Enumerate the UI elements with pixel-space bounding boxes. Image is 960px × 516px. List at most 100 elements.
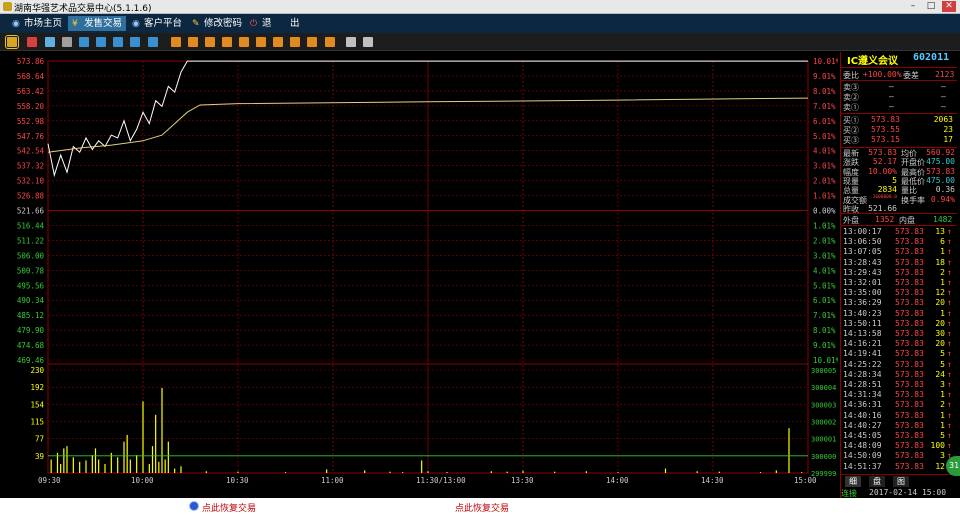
- tick-arrow: ↑: [947, 298, 952, 308]
- line-chart-icon[interactable]: [27, 37, 37, 47]
- tick-volume: 20: [935, 298, 945, 308]
- table-icon[interactable]: [62, 37, 72, 47]
- tab-detail[interactable]: 细: [845, 476, 861, 487]
- nav-logout[interactable]: ⏻ 退: [246, 16, 276, 31]
- tick-price: 573.83: [895, 247, 924, 257]
- tick-arrow: ↑: [947, 318, 952, 328]
- quote-value-2: 475.00: [926, 157, 955, 167]
- position-icon[interactable]: [273, 37, 283, 47]
- eye-icon: [189, 501, 199, 511]
- price-tick-label: 558.20: [17, 102, 45, 111]
- fund-icon[interactable]: [256, 37, 266, 47]
- window-icon[interactable]: [113, 37, 123, 47]
- bar-chart-icon[interactable]: [5, 35, 19, 49]
- app-logo-icon: [3, 2, 12, 11]
- tab-chart[interactable]: 图: [893, 476, 909, 487]
- tick-price: 573.83: [895, 461, 924, 471]
- stack-icon[interactable]: [130, 37, 140, 47]
- nav-client-platform[interactable]: ◉ 客户平台: [128, 16, 186, 31]
- tick-volume: 12: [935, 288, 945, 298]
- nav-logout-2[interactable]: 出: [286, 16, 304, 31]
- pct-tick-label: 9.01%: [813, 341, 836, 350]
- tick-time: 14:16:21: [843, 339, 882, 349]
- pct-tick-label: 1.01%: [813, 192, 836, 201]
- nav-change-password[interactable]: ✎ 修改密码: [188, 16, 246, 31]
- tick-arrow: ↑: [947, 369, 952, 379]
- minimize-button[interactable]: –: [906, 1, 920, 12]
- price-tick-label: 547.76: [17, 132, 45, 141]
- time-tick-label: 14:00: [606, 476, 629, 485]
- maximize-button[interactable]: □: [924, 1, 938, 12]
- tick-volume: 20: [935, 318, 945, 328]
- quote-value-2: 0.36: [935, 185, 955, 195]
- tick-volume: 1: [940, 410, 945, 420]
- power-icon: ⏻: [250, 19, 258, 29]
- nav-trade[interactable]: ¥ 发售交易: [68, 16, 127, 31]
- time-tick-label: 09:30: [38, 476, 61, 485]
- price-tick-label: 485.12: [17, 311, 44, 320]
- tick-arrow: ↑: [947, 400, 952, 410]
- ask-volume: —: [941, 92, 946, 101]
- pen-icon[interactable]: [346, 37, 356, 47]
- tick-arrow: ↑: [947, 349, 952, 359]
- query-icon[interactable]: [239, 37, 249, 47]
- stock-name: IC遵义会议: [847, 56, 899, 67]
- resume-trade-link-1[interactable]: 点此恢复交易: [202, 501, 256, 514]
- tick-volume: 1: [940, 308, 945, 318]
- pct-tick-label: 6.01%: [813, 296, 836, 305]
- tick-volume: 5: [940, 349, 945, 359]
- tick-arrow: ↑: [947, 288, 952, 298]
- title-bar: 湖南华强艺术品交易中心(5.1.1.6) – □ ✕: [0, 0, 960, 14]
- quote-value: 52.17: [872, 157, 897, 167]
- tick-volume: 1: [940, 390, 945, 400]
- deal-icon[interactable]: [290, 37, 300, 47]
- tab-book[interactable]: 盘: [869, 476, 885, 487]
- tick-time: 14:45:05: [843, 431, 882, 440]
- tick-arrow: ↑: [947, 237, 952, 247]
- candlestick-icon[interactable]: [45, 37, 55, 47]
- resume-trade-link-2[interactable]: 点此恢复交易: [455, 501, 509, 514]
- tick-price: 573.83: [895, 400, 924, 410]
- float-badge[interactable]: 31: [946, 456, 960, 476]
- buy-icon[interactable]: [188, 37, 198, 47]
- tick-arrow: ↑: [947, 227, 952, 236]
- bid-price: 573.55: [871, 125, 900, 134]
- tick-arrow: ↑: [947, 431, 952, 440]
- nav-label: 发售交易: [84, 18, 123, 29]
- time-tick-label: 11:00: [321, 476, 344, 485]
- volume-tick-label: 115: [30, 418, 44, 427]
- grid-icon[interactable]: [96, 37, 106, 47]
- list-icon[interactable]: [79, 37, 89, 47]
- quote-value: 10.00%: [868, 166, 897, 176]
- tick-arrow: ↑: [947, 247, 952, 257]
- cancel-icon[interactable]: [222, 37, 232, 47]
- settings-icon[interactable]: [363, 37, 373, 47]
- close-button[interactable]: ✕: [942, 1, 956, 12]
- x-icon[interactable]: [148, 37, 158, 47]
- tick-time: 14:51:37: [843, 461, 882, 471]
- tick-time: 14:36:31: [843, 400, 882, 410]
- intraday-chart[interactable]: 573.86 10.01% 568.64 9.01% 563.42 8.01% 558.20…: [0, 52, 841, 492]
- tick-price: 573.83: [895, 431, 924, 440]
- tick-price: 573.83: [895, 227, 924, 236]
- quote-label-2: 换手率: [901, 195, 925, 205]
- tick-arrow: ↑: [947, 278, 952, 287]
- order-icon[interactable]: [171, 37, 181, 47]
- report-icon[interactable]: [325, 37, 335, 47]
- ask-price: —: [889, 102, 894, 111]
- quote-value: 2834: [877, 185, 897, 195]
- history-icon[interactable]: [307, 37, 317, 47]
- volume-tick-label: 39: [35, 452, 44, 461]
- volume-tick-label: 192: [30, 383, 44, 392]
- price-tick-label: 521.66: [17, 207, 45, 216]
- pct-tick-label: 8.01%: [813, 87, 836, 96]
- tick-time: 14:25:22: [843, 359, 882, 369]
- pct-tick-label: 4.01%: [813, 147, 836, 156]
- pct-tick-label: 4.01%: [813, 266, 836, 275]
- pct-tick-label: 9.01%: [813, 72, 836, 81]
- tick-time: 13:40:23: [843, 308, 882, 318]
- toolbar: [0, 33, 960, 51]
- sell-icon[interactable]: [205, 37, 215, 47]
- home-icon: ◉: [12, 19, 20, 29]
- nav-market-home[interactable]: ◉ 市场主页: [8, 16, 66, 31]
